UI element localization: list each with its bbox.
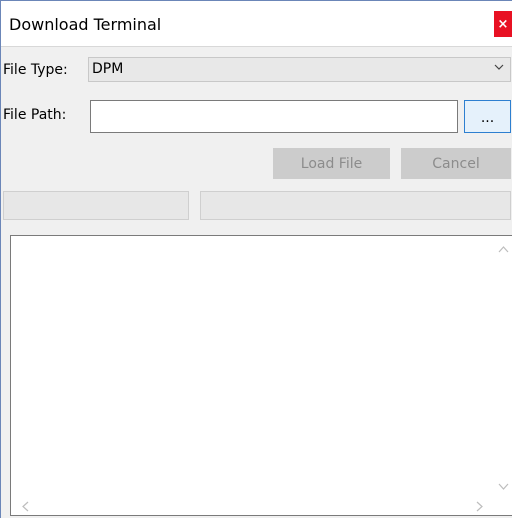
file-type-label: File Type:: [3, 62, 68, 78]
scroll-right-icon[interactable]: [476, 501, 484, 515]
window-title: Download Terminal: [9, 15, 162, 34]
file-type-value: DPM: [92, 61, 124, 77]
download-terminal-window: Download Terminal × File Type: DPM File …: [0, 0, 512, 518]
progress-bar: [200, 191, 511, 220]
scroll-down-icon[interactable]: [498, 480, 509, 494]
file-path-input[interactable]: [90, 100, 458, 133]
load-file-button[interactable]: Load File: [273, 148, 390, 179]
file-path-label: File Path:: [3, 107, 67, 123]
scroll-left-icon[interactable]: [21, 501, 29, 515]
file-type-select[interactable]: DPM: [88, 57, 511, 82]
browse-button-label: ...: [480, 110, 495, 126]
vertical-scrollbar[interactable]: [495, 236, 512, 498]
title-bar: Download Terminal ×: [1, 1, 512, 47]
cancel-button[interactable]: Cancel: [401, 148, 511, 179]
status-panel-left: [3, 191, 189, 220]
horizontal-scrollbar[interactable]: [11, 498, 496, 515]
output-textarea[interactable]: [10, 235, 512, 516]
scroll-up-icon[interactable]: [498, 242, 509, 256]
chevron-down-icon: [494, 61, 504, 75]
close-icon: ×: [497, 16, 509, 32]
cancel-button-label: Cancel: [432, 155, 480, 172]
close-button[interactable]: ×: [494, 11, 512, 37]
load-file-button-label: Load File: [300, 155, 363, 172]
browse-button[interactable]: ...: [464, 100, 511, 133]
